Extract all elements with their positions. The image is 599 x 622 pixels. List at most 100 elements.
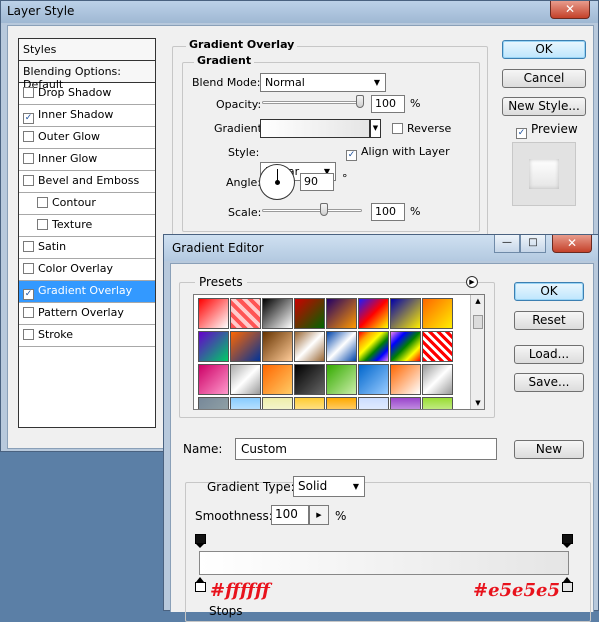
gradient-bar[interactable] [199, 551, 569, 575]
close-icon[interactable]: ✕ [550, 1, 590, 19]
preset-swatch[interactable] [422, 331, 453, 362]
style-item-checkbox[interactable] [23, 131, 34, 142]
preset-swatch[interactable] [198, 397, 229, 409]
preset-swatch[interactable] [230, 331, 261, 362]
gradient-type-select[interactable]: Solid ▼ [293, 476, 365, 497]
new-gradient-button[interactable]: New [514, 440, 584, 459]
preset-swatch[interactable] [294, 298, 325, 329]
style-item-outer-glow[interactable]: Outer Glow [19, 127, 155, 149]
preset-swatch[interactable] [230, 298, 261, 329]
preset-swatch[interactable] [326, 298, 357, 329]
style-item-checkbox[interactable] [23, 329, 34, 340]
reverse-checkbox[interactable] [392, 123, 403, 134]
blend-mode-select[interactable]: Normal ▼ [260, 73, 386, 92]
preset-swatch[interactable] [422, 298, 453, 329]
preset-swatch[interactable] [294, 397, 325, 409]
preset-swatch[interactable] [358, 364, 389, 395]
style-item-inner-glow[interactable]: Inner Glow [19, 149, 155, 171]
scale-input[interactable]: 100 [371, 203, 405, 221]
preset-swatch[interactable] [198, 298, 229, 329]
preset-swatch[interactable] [262, 298, 293, 329]
style-item-stroke[interactable]: Stroke [19, 325, 155, 347]
style-item-checkbox[interactable] [37, 219, 48, 230]
reset-button[interactable]: Reset [514, 311, 584, 330]
scroll-up-icon[interactable]: ▲ [473, 297, 483, 305]
preset-swatch[interactable] [390, 298, 421, 329]
preset-swatch[interactable] [390, 397, 421, 409]
scroll-thumb[interactable] [473, 315, 483, 329]
preset-swatch[interactable] [294, 364, 325, 395]
preset-swatch[interactable] [358, 331, 389, 362]
style-item-texture[interactable]: Texture [19, 215, 155, 237]
style-item-drop-shadow[interactable]: Drop Shadow [19, 83, 155, 105]
preset-swatch[interactable] [198, 364, 229, 395]
style-item-checkbox[interactable] [23, 153, 34, 164]
align-checkbox[interactable]: ✓ [346, 150, 357, 161]
smoothness-input[interactable]: 100 [271, 505, 309, 525]
maximize-icon[interactable]: □ [520, 235, 546, 253]
style-item-inner-shadow[interactable]: ✓ Inner Shadow [19, 105, 155, 127]
load-button[interactable]: Load... [514, 345, 584, 364]
opacity-stop-right[interactable] [562, 534, 573, 548]
style-item-checkbox[interactable]: ✓ [23, 113, 34, 124]
name-input[interactable]: Custom [235, 438, 497, 460]
minimize-icon[interactable]: — [494, 235, 520, 253]
color-stop-right[interactable] [562, 577, 573, 593]
styles-header[interactable]: Styles [19, 39, 155, 61]
align-checkbox-row[interactable]: ✓ Align with Layer [346, 145, 450, 161]
style-item-checkbox[interactable] [23, 307, 34, 318]
preset-swatch[interactable] [358, 397, 389, 409]
preset-swatch[interactable] [262, 397, 293, 409]
smoothness-stepper[interactable]: ▶ [309, 505, 329, 525]
style-item-bevel-and-emboss[interactable]: Bevel and Emboss [19, 171, 155, 193]
style-item-checkbox[interactable] [23, 175, 34, 186]
preset-swatch[interactable] [262, 331, 293, 362]
style-item-pattern-overlay[interactable]: Pattern Overlay [19, 303, 155, 325]
preset-swatch[interactable] [390, 364, 421, 395]
preset-swatch[interactable] [262, 364, 293, 395]
preview-checkbox[interactable]: ✓ [516, 128, 527, 139]
preset-swatch[interactable] [358, 298, 389, 329]
preset-swatch[interactable] [198, 331, 229, 362]
opacity-input[interactable]: 100 [371, 95, 405, 113]
style-item-contour[interactable]: Contour [19, 193, 155, 215]
preset-swatch[interactable] [326, 331, 357, 362]
style-item-checkbox[interactable]: ✓ [23, 289, 34, 300]
preview-checkbox-row[interactable]: ✓ Preview [516, 122, 578, 139]
layer-style-titlebar[interactable]: Layer Style [1, 1, 598, 23]
preset-swatch[interactable] [230, 397, 261, 409]
opacity-slider-track[interactable] [262, 101, 362, 104]
opacity-stop-left[interactable] [195, 534, 206, 548]
presets-grid[interactable]: ▲ ▼ [193, 294, 485, 410]
scale-slider-track[interactable] [262, 209, 362, 212]
preset-swatch[interactable] [422, 397, 453, 409]
preset-swatch[interactable] [230, 364, 261, 395]
style-item-checkbox[interactable] [23, 263, 34, 274]
preset-swatch[interactable] [294, 331, 325, 362]
style-item-checkbox[interactable] [23, 241, 34, 252]
presets-scrollbar[interactable]: ▲ ▼ [470, 295, 484, 409]
style-item-checkbox[interactable] [37, 197, 48, 208]
save-button[interactable]: Save... [514, 373, 584, 392]
angle-dial[interactable] [259, 164, 295, 200]
preset-swatch[interactable] [422, 364, 453, 395]
reverse-checkbox-row[interactable]: Reverse [392, 122, 451, 135]
cancel-button[interactable]: Cancel [502, 69, 586, 88]
style-item-satin[interactable]: Satin [19, 237, 155, 259]
preset-swatch[interactable] [326, 397, 357, 409]
style-item-color-overlay[interactable]: Color Overlay [19, 259, 155, 281]
gradient-picker-arrow[interactable]: ▼ [370, 119, 381, 138]
color-stop-left[interactable] [195, 577, 206, 593]
scroll-down-icon[interactable]: ▼ [473, 399, 483, 407]
new-style-button[interactable]: New Style... [502, 97, 586, 116]
scale-slider-thumb[interactable] [320, 203, 328, 216]
ok-button[interactable]: OK [502, 40, 586, 59]
blending-options-item[interactable]: Blending Options: Default [19, 61, 155, 91]
preset-swatch[interactable] [326, 364, 357, 395]
close-icon[interactable]: ✕ [552, 235, 592, 253]
opacity-slider-thumb[interactable] [356, 95, 364, 108]
presets-menu-icon[interactable]: ▶ [466, 276, 478, 288]
angle-input[interactable]: 90 [300, 173, 334, 191]
gradient-preview-swatch[interactable] [260, 119, 370, 138]
preset-swatch[interactable] [390, 331, 421, 362]
